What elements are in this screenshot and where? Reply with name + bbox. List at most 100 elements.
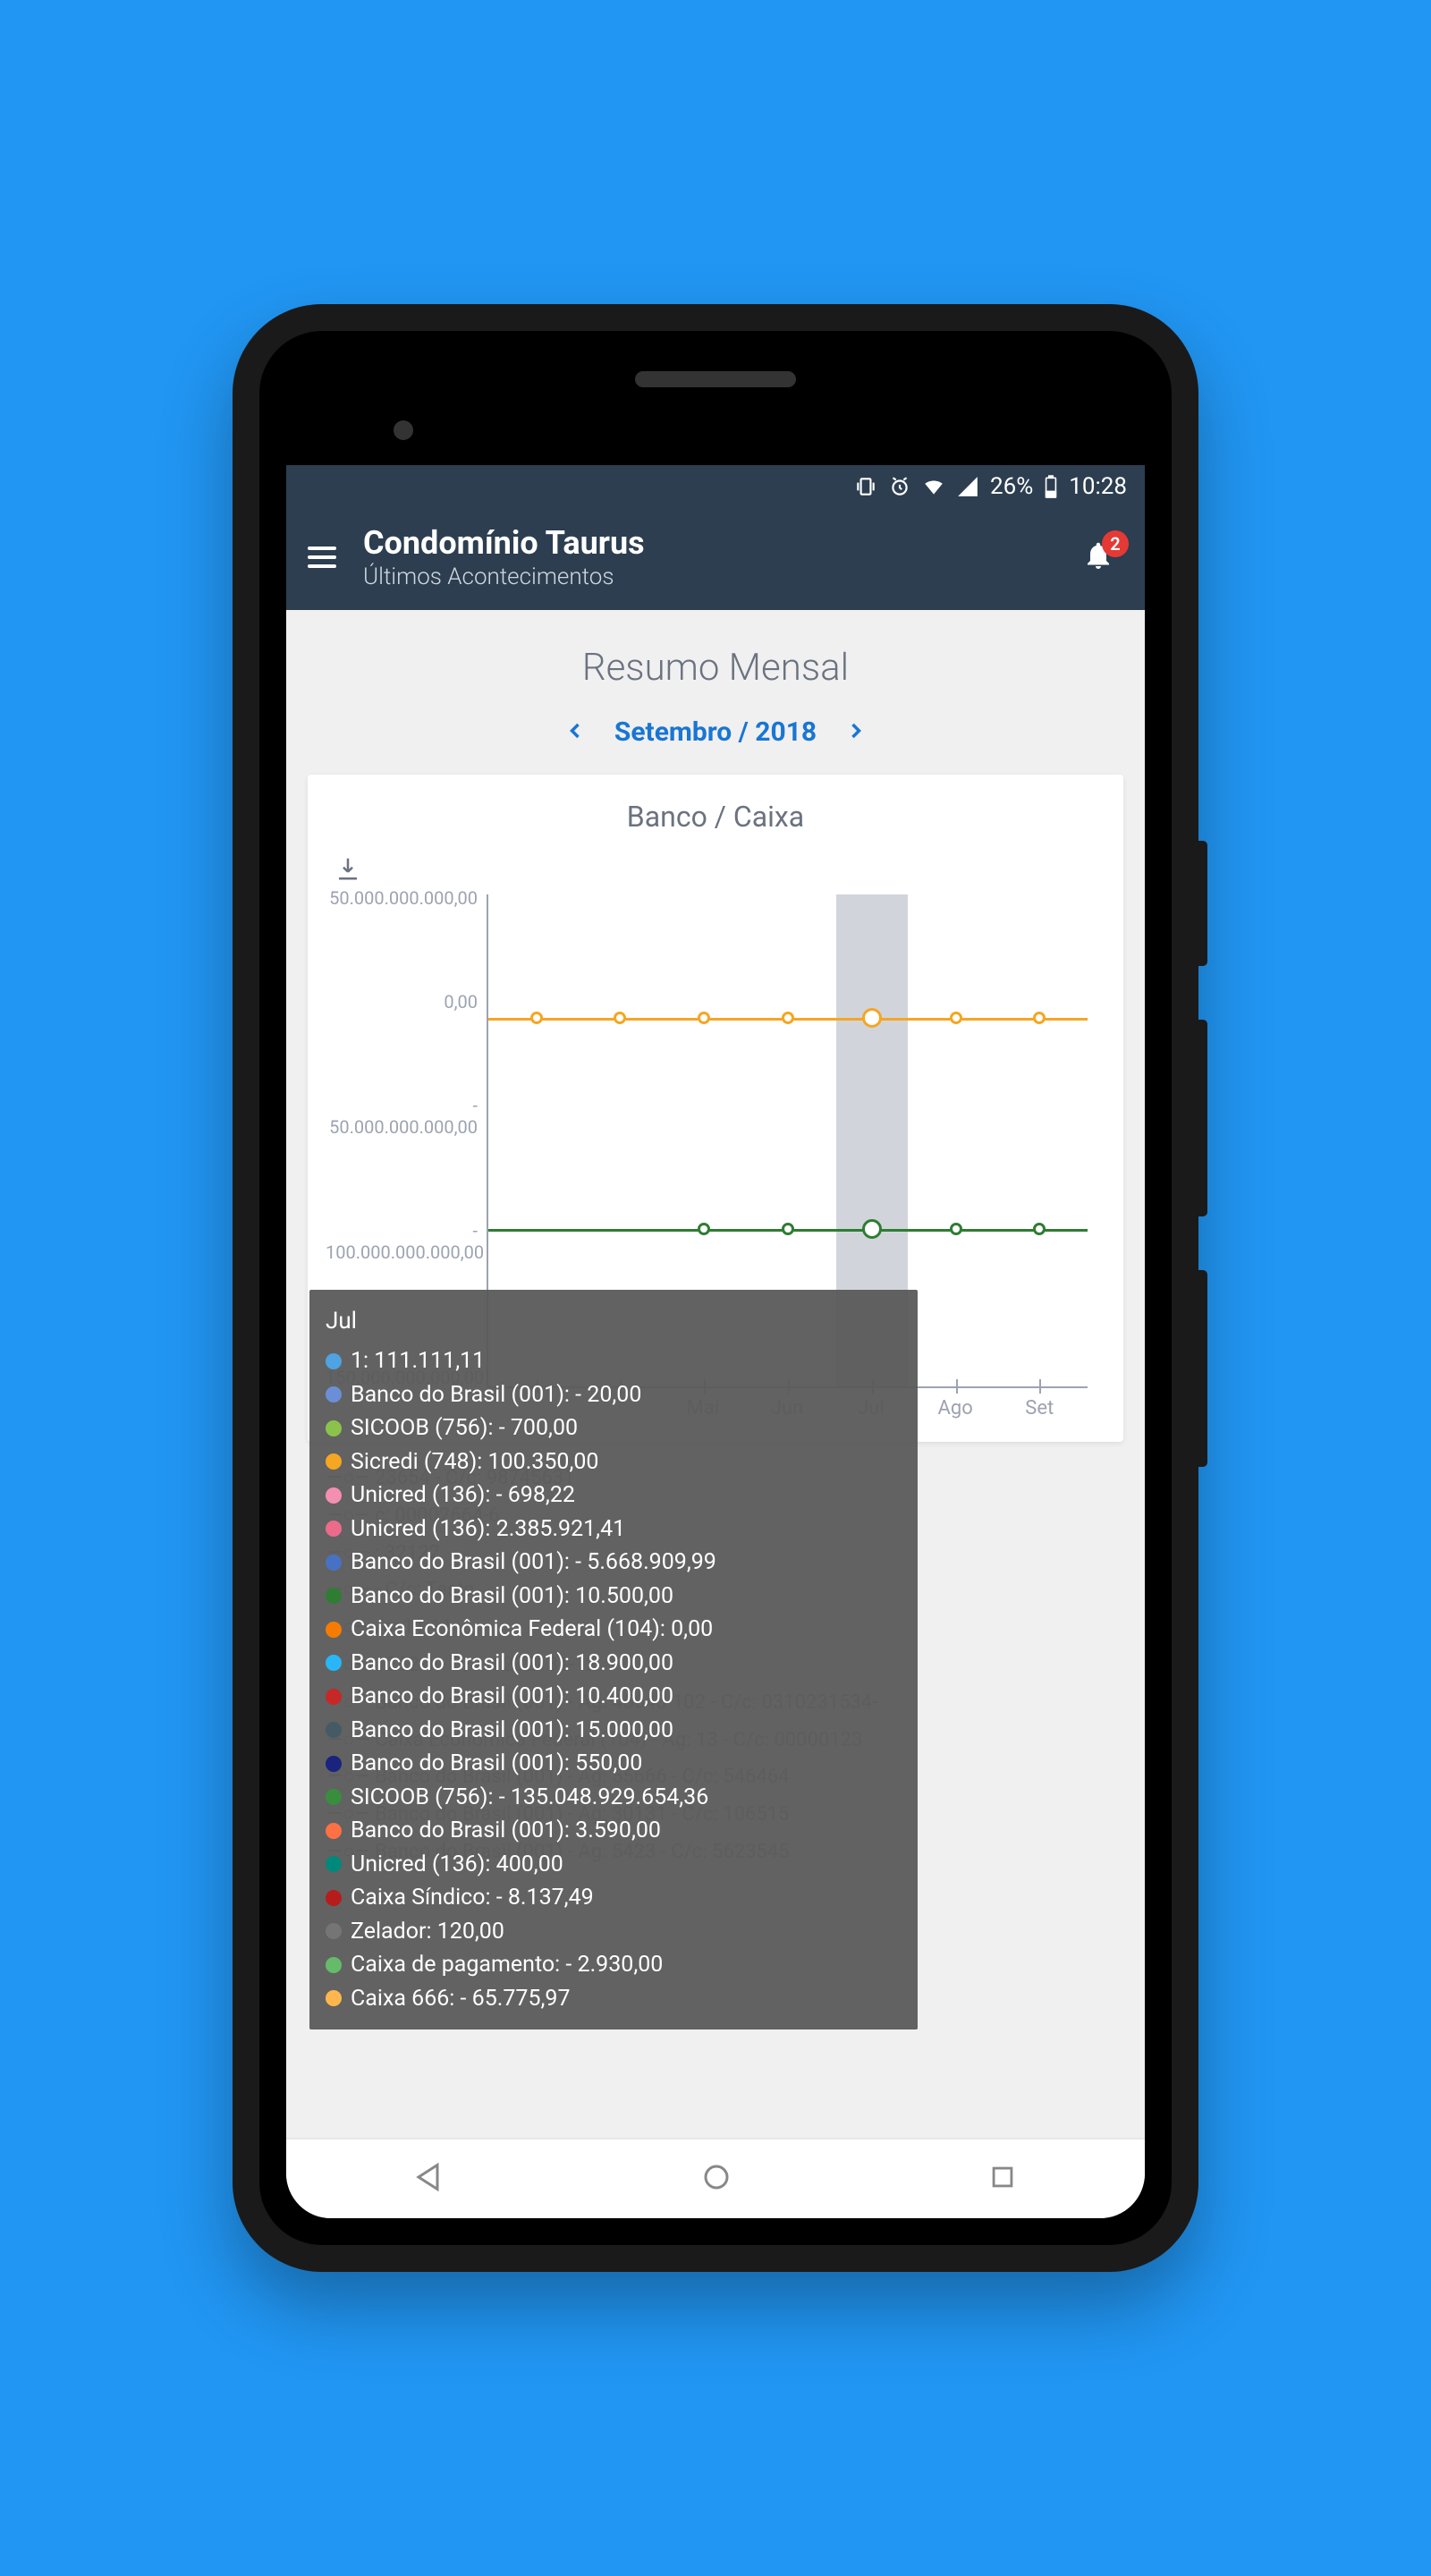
series-color-dot [326,1521,342,1537]
home-button[interactable] [700,2161,732,2197]
tooltip-row-text: Caixa de pagamento: - 2.930,00 [351,1948,663,1982]
y-tick: - 100.000.000.000,00 [326,1220,478,1263]
android-nav-bar [286,2138,1145,2218]
phone-camera [394,420,413,440]
series-color-dot [326,1890,342,1906]
series-color-dot [326,1756,342,1772]
tooltip-row-text: Caixa Econômica Federal (104): 0,00 [351,1613,713,1647]
series-color-dot [326,1622,342,1638]
app-bar: Condomínio Taurus Últimos Acontecimentos… [286,508,1145,610]
page-title: Resumo Mensal [286,610,1145,708]
phone-volume-down [1198,1270,1207,1467]
tooltip-row-text: Unicred (136): 400,00 [351,1848,563,1882]
tooltip-row: Unicred (136): 2.385.921,41 [326,1513,902,1546]
tooltip-row: Banco do Brasil (001): - 20,00 [326,1378,902,1412]
series-color-dot [326,1789,342,1805]
notification-badge: 2 [1102,530,1129,557]
tooltip-row-text: Banco do Brasil (001): 10.500,00 [351,1580,673,1614]
chart-tooltip: Jul 1: 111.111,11Banco do Brasil (001): … [309,1290,918,2029]
vibrate-icon [854,475,877,498]
screen: 26% 10:28 Condomínio Taurus Últimos Acon… [286,465,1145,2218]
phone-speaker [635,371,796,387]
series-color-dot [326,1353,342,1369]
x-tick: Ago [938,1397,973,1419]
tooltip-row: Banco do Brasil (001): 15.000,00 [326,1714,902,1748]
wifi-icon [922,475,945,498]
menu-icon[interactable] [308,547,336,568]
tooltip-row: Caixa Econômica Federal (104): 0,00 [326,1613,902,1647]
series-color-dot [326,1990,342,2006]
next-month-button[interactable] [843,718,868,747]
prev-month-button[interactable] [563,718,588,747]
tooltip-row-text: SICOOB (756): - 700,00 [351,1411,578,1445]
series-color-dot [326,1689,342,1705]
tooltip-row-text: Banco do Brasil (001): 10.400,00 [351,1680,673,1714]
tooltip-row-text: Unicred (136): - 698,22 [351,1479,575,1513]
y-tick: 50.000.000.000,00 [326,887,478,909]
signal-icon [956,475,979,498]
series-color-dot [326,1386,342,1402]
tooltip-row-text: Banco do Brasil (001): 18.900,00 [351,1647,673,1681]
phone-frame: 26% 10:28 Condomínio Taurus Últimos Acon… [233,304,1198,2272]
tooltip-row-text: Banco do Brasil (001): 550,00 [351,1747,642,1781]
download-icon[interactable] [334,855,361,886]
tooltip-row-text: SICOOB (756): - 135.048.929.654,36 [351,1781,708,1815]
alarm-icon [888,475,911,498]
tooltip-row: Banco do Brasil (001): 3.590,00 [326,1814,902,1848]
tooltip-row-text: Banco do Brasil (001): 15.000,00 [351,1714,673,1748]
tooltip-row: Banco do Brasil (001): 10.400,00 [326,1680,902,1714]
x-tick: Set [1025,1397,1054,1419]
tooltip-row: Caixa 666: - 65.775,97 [326,1982,902,2016]
series-color-dot [326,1957,342,1973]
series-color-dot [326,1823,342,1839]
tooltip-row: Banco do Brasil (001): - 5.668.909,99 [326,1546,902,1580]
series-color-dot [326,1655,342,1671]
tooltip-row: SICOOB (756): - 135.048.929.654,36 [326,1781,902,1815]
series-color-dot [326,1420,342,1436]
y-tick: - 50.000.000.000,00 [326,1095,478,1138]
phone-power-button [1198,841,1207,966]
series-color-dot [326,1856,342,1872]
tooltip-row-text: Unicred (136): 2.385.921,41 [351,1513,625,1546]
tooltip-row-text: Banco do Brasil (001): - 20,00 [351,1378,641,1412]
tooltip-row-text: Caixa Síndico: - 8.137,49 [351,1881,594,1915]
series-color-dot [326,1923,342,1939]
tooltip-row: Banco do Brasil (001): 550,00 [326,1747,902,1781]
battery-icon [1044,475,1058,498]
tooltip-row-text: 1: 111.111,11 [351,1344,485,1378]
tooltip-row-text: Caixa 666: - 65.775,97 [351,1982,571,2016]
status-bar: 26% 10:28 [286,465,1145,508]
tooltip-title: Jul [326,1304,902,1339]
app-title: Condomínio Taurus [363,524,1055,562]
tooltip-row-text: Zelador: 120,00 [351,1915,504,1949]
bell-icon [1082,558,1114,575]
clock: 10:28 [1069,473,1127,500]
tooltip-row: SICOOB (756): - 700,00 [326,1411,902,1445]
tooltip-row: 1: 111.111,11 [326,1344,902,1378]
phone-volume-up [1198,1020,1207,1216]
series-color-dot [326,1722,342,1738]
tooltip-row-text: Banco do Brasil (001): - 5.668.909,99 [351,1546,716,1580]
month-nav: Setembro / 2018 [286,708,1145,775]
content: Resumo Mensal Setembro / 2018 Banco / Ca… [286,610,1145,2138]
tooltip-row: Caixa de pagamento: - 2.930,00 [326,1948,902,1982]
series-color-dot [326,1588,342,1604]
tooltip-row-text: Banco do Brasil (001): 3.590,00 [351,1814,661,1848]
phone-bezel: 26% 10:28 Condomínio Taurus Últimos Acon… [259,331,1172,2245]
tooltip-row: Unicred (136): - 698,22 [326,1479,902,1513]
notifications-button[interactable]: 2 [1082,539,1123,575]
tooltip-row: Zelador: 120,00 [326,1915,902,1949]
back-button[interactable] [413,2161,445,2197]
series-color-dot [326,1487,342,1504]
tooltip-row: Banco do Brasil (001): 18.900,00 [326,1647,902,1681]
tooltip-row: Sicredi (748): 100.350,00 [326,1445,902,1479]
tooltip-row-text: Sicredi (748): 100.350,00 [351,1445,598,1479]
app-subtitle: Últimos Acontecimentos [363,564,1055,590]
series-color-dot [326,1453,342,1470]
tooltip-row: Caixa Síndico: - 8.137,49 [326,1881,902,1915]
month-label[interactable]: Setembro / 2018 [614,716,817,748]
y-tick: 0,00 [326,991,478,1013]
tooltip-row: Unicred (136): 400,00 [326,1848,902,1882]
recents-button[interactable] [987,2162,1018,2196]
battery-percent: 26% [990,473,1033,500]
